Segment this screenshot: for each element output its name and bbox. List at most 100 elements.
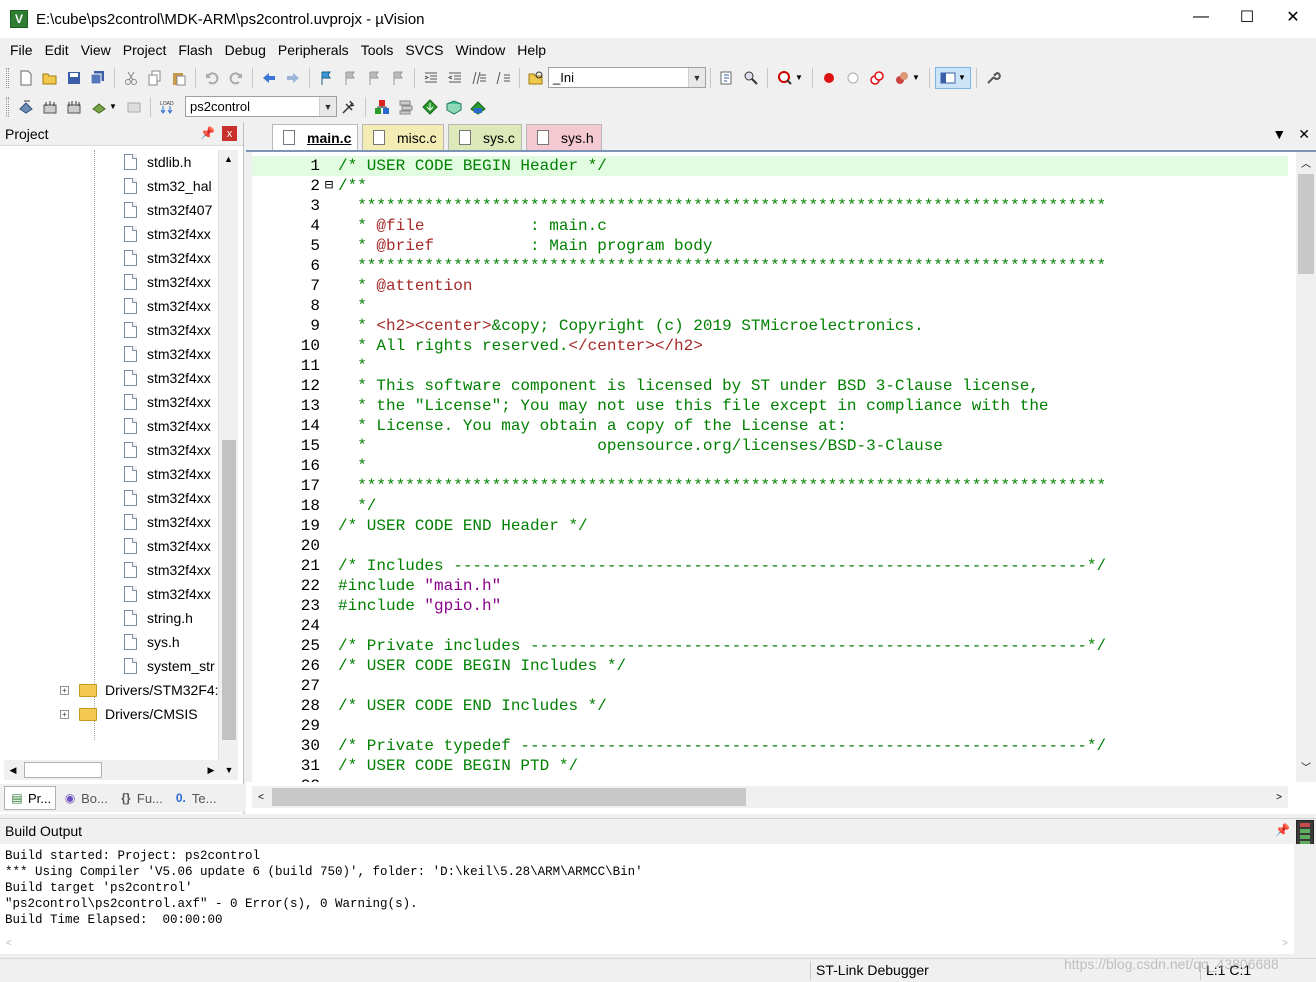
manage-run-time-environment-icon[interactable] <box>467 96 489 118</box>
find-in-files-icon[interactable] <box>525 67 547 89</box>
manage-multi-project-icon[interactable] <box>395 96 417 118</box>
code-line[interactable]: 8 * <box>252 296 1288 316</box>
tree-file-item[interactable]: stm32f4xx <box>124 582 211 606</box>
menu-tools[interactable]: Tools <box>355 39 400 61</box>
download-load-icon[interactable]: LOAD <box>156 96 178 118</box>
tree-file-item[interactable]: stm32f4xx <box>124 558 211 582</box>
disable-all-breakpoints-icon[interactable] <box>866 67 888 89</box>
tree-file-item[interactable]: stm32f4xx <box>124 486 211 510</box>
scroll-down-icon[interactable]: ﹀ <box>1296 756 1316 776</box>
tree-file-item[interactable]: stm32f4xx <box>124 462 211 486</box>
tree-file-item[interactable]: stm32f4xx <box>124 318 211 342</box>
tree-file-item[interactable]: stm32f4xx <box>124 438 211 462</box>
menu-flash[interactable]: Flash <box>172 39 218 61</box>
scroll-right-icon[interactable]: > <box>1270 792 1288 803</box>
find-icon[interactable] <box>740 67 762 89</box>
tree-file-item[interactable]: sys.h <box>124 630 180 654</box>
window-layout-icon[interactable]: ▼ <box>935 66 971 89</box>
clear-bookmarks-icon[interactable] <box>387 67 409 89</box>
tab-sys-c[interactable]: sys.c <box>448 124 522 150</box>
build-output-vertical-scrollbar[interactable] <box>1294 844 1316 954</box>
tree-file-item[interactable]: stm32f4xx <box>124 414 211 438</box>
scroll-thumb[interactable] <box>1298 174 1314 274</box>
code-line[interactable]: 3 **************************************… <box>252 196 1288 216</box>
scroll-up-icon[interactable]: ▲ <box>219 150 238 168</box>
code-line[interactable]: 2 ⊟/** <box>252 176 1288 196</box>
file-extensions-icon[interactable] <box>371 96 393 118</box>
translate-icon[interactable] <box>15 96 37 118</box>
tree-file-item[interactable]: string.h <box>124 606 193 630</box>
scroll-left-icon[interactable]: ◀ <box>4 761 22 779</box>
menu-window[interactable]: Window <box>450 39 512 61</box>
tree-file-item[interactable]: stm32f4xx <box>124 270 211 294</box>
build-icon[interactable] <box>39 96 61 118</box>
save-all-icon[interactable] <box>87 67 109 89</box>
scroll-up-icon[interactable]: ︿ <box>1296 152 1316 172</box>
tree-file-item[interactable]: stm32f4xx <box>124 390 211 414</box>
tab-sys-h[interactable]: sys.h <box>526 124 602 150</box>
code-line[interactable]: 31 /* USER CODE BEGIN PTD */ <box>252 756 1288 776</box>
code-line[interactable]: 23 #include "gpio.h" <box>252 596 1288 616</box>
cut-icon[interactable] <box>120 67 142 89</box>
menu-help[interactable]: Help <box>511 39 552 61</box>
menu-file[interactable]: File <box>4 39 39 61</box>
scroll-thumb[interactable] <box>272 788 746 806</box>
tab-functions[interactable]: {} Fu... <box>114 786 167 810</box>
code-line[interactable]: 9 * <h2><center>&copy; Copyright (c) 201… <box>252 316 1288 336</box>
code-line[interactable]: 12 * This software component is licensed… <box>252 376 1288 396</box>
tab-templates[interactable]: 0. Te... <box>169 786 221 810</box>
tab-project[interactable]: ▤ Pr... <box>4 786 57 810</box>
save-icon[interactable] <box>63 67 85 89</box>
incremental-find-icon[interactable] <box>716 67 738 89</box>
expand-icon[interactable]: + <box>60 685 69 695</box>
scroll-right-icon[interactable]: ▶ <box>202 761 220 779</box>
code-line[interactable]: 30 /* Private typedef -------------------… <box>252 736 1288 756</box>
code-line[interactable]: 14 * License. You may obtain a copy of t… <box>252 416 1288 436</box>
fold-toggle-icon[interactable]: ⊟ <box>320 176 338 196</box>
select-packs-icon[interactable] <box>443 96 465 118</box>
toolbar-grip[interactable] <box>6 67 9 88</box>
scroll-thumb[interactable] <box>222 440 236 740</box>
tree-file-item[interactable]: stm32f4xx <box>124 366 211 390</box>
kill-all-breakpoints-icon[interactable]: ▼ <box>890 67 924 89</box>
tab-list-dropdown-icon[interactable]: ▼ <box>1272 126 1286 143</box>
next-bookmark-icon[interactable] <box>363 67 385 89</box>
navigate-forward-icon[interactable] <box>282 67 304 89</box>
scroll-left-icon[interactable]: < <box>252 792 270 803</box>
expand-icon[interactable]: + <box>60 709 69 719</box>
scroll-right-icon[interactable]: > <box>1282 938 1288 949</box>
code-line[interactable]: 24 <box>252 616 1288 636</box>
menu-svcs[interactable]: SVCS <box>399 39 449 61</box>
disable-breakpoint-icon[interactable] <box>842 67 864 89</box>
maximize-button[interactable]: ☐ <box>1224 0 1270 34</box>
scroll-thumb[interactable] <box>24 762 102 778</box>
close-editor-icon[interactable]: ✕ <box>1298 126 1310 143</box>
code-line[interactable]: 22 #include "main.h" <box>252 576 1288 596</box>
code-line[interactable]: 17 *************************************… <box>252 476 1288 496</box>
code-line[interactable]: 13 * the "License"; You may not use this… <box>252 396 1288 416</box>
code-line[interactable]: 32 <box>252 776 1288 782</box>
insert-breakpoint-icon[interactable] <box>818 67 840 89</box>
stop-build-icon[interactable] <box>123 96 145 118</box>
close-window-button[interactable]: ✕ <box>1270 0 1316 34</box>
menu-peripherals[interactable]: Peripherals <box>272 39 355 61</box>
target-options-icon[interactable] <box>338 96 360 118</box>
previous-bookmark-icon[interactable] <box>339 67 361 89</box>
toolbar-grip[interactable] <box>6 96 9 117</box>
navigate-back-icon[interactable] <box>258 67 280 89</box>
code-line[interactable]: 26 /* USER CODE BEGIN Includes */ <box>252 656 1288 676</box>
code-line[interactable]: 20 <box>252 536 1288 556</box>
find-combo[interactable]: _Ini ▼ <box>548 67 706 88</box>
code-line[interactable]: 16 * <box>252 456 1288 476</box>
redo-icon[interactable] <box>225 67 247 89</box>
scroll-left-icon[interactable]: < <box>6 938 12 949</box>
code-area[interactable]: 1/* USER CODE BEGIN Header */2 ⊟/** 3 ****… <box>252 156 1288 782</box>
code-line[interactable]: 6 **************************************… <box>252 256 1288 276</box>
copy-icon[interactable] <box>144 67 166 89</box>
tab-main-c[interactable]: main.c <box>272 124 358 150</box>
code-line[interactable]: 11 * <box>252 356 1288 376</box>
rebuild-icon[interactable] <box>63 96 85 118</box>
project-tree-vertical-scrollbar[interactable]: ▲ <box>218 150 238 762</box>
code-line[interactable]: 15 * opensource.org/licenses/BSD-3-Claus… <box>252 436 1288 456</box>
tree-file-item[interactable]: stm32f4xx <box>124 534 211 558</box>
